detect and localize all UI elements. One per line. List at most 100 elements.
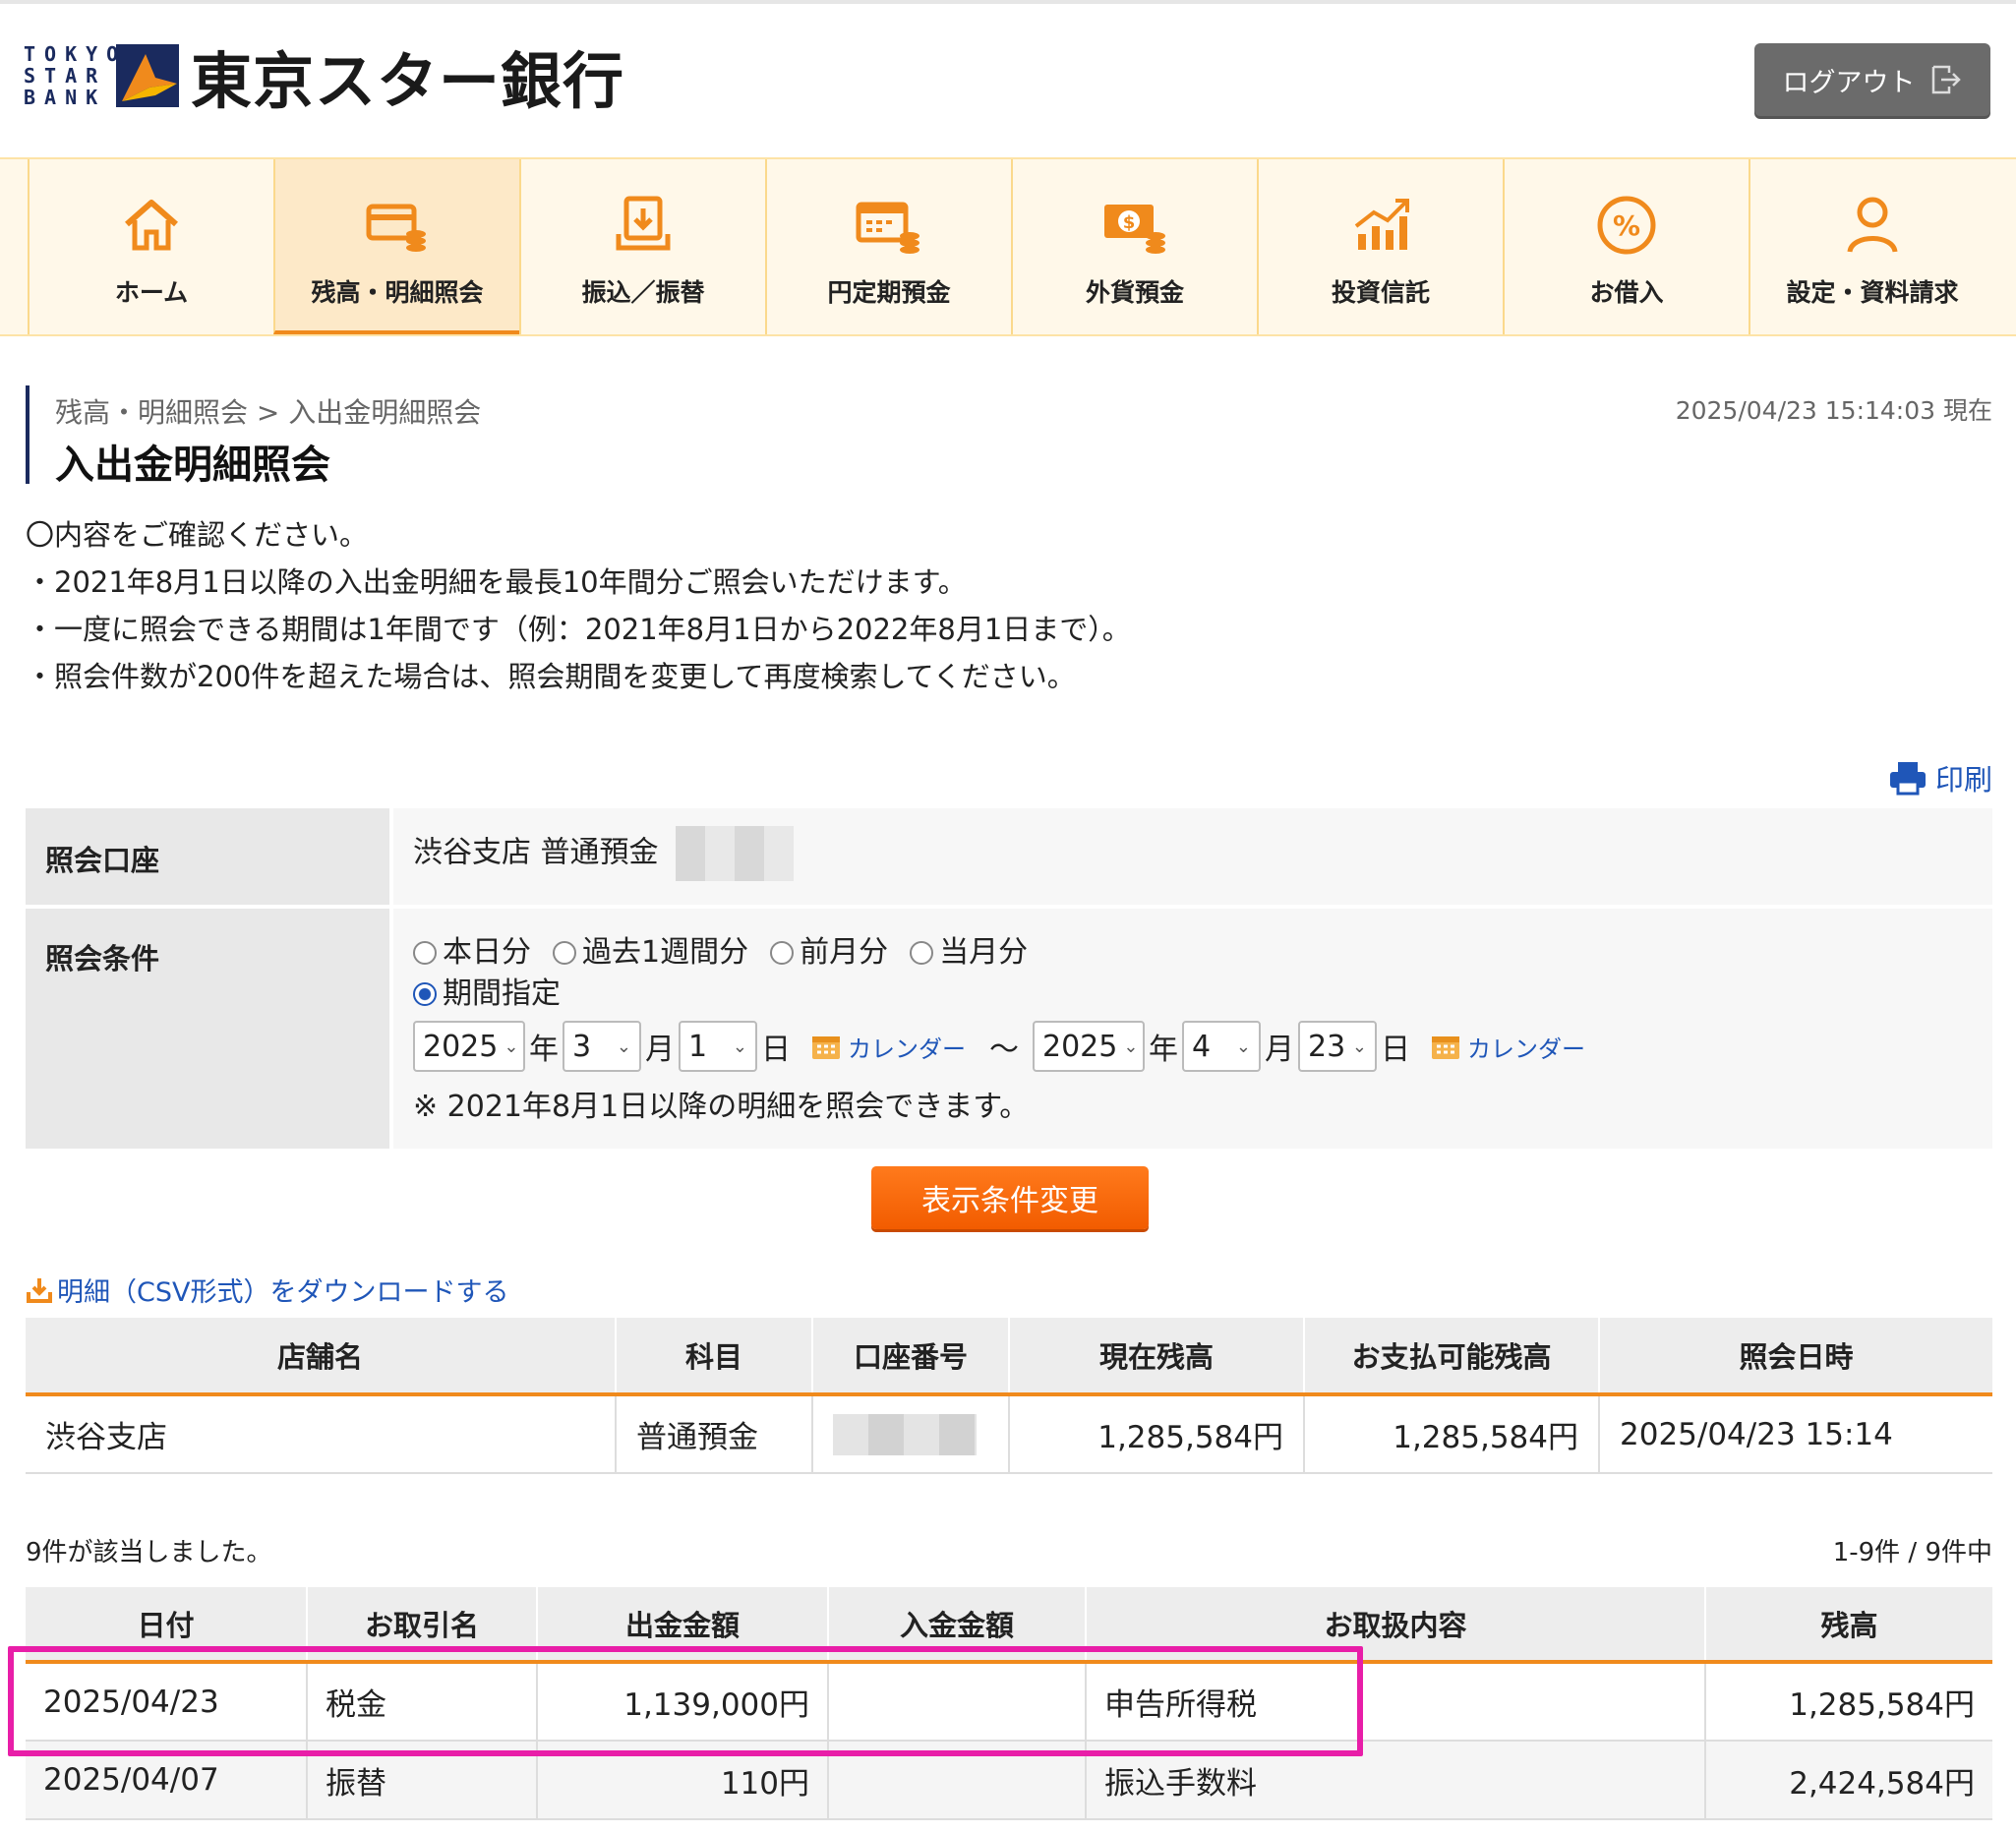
- calendar-label: カレンダー: [848, 1035, 966, 1063]
- to-year-select[interactable]: 2025 ⌄: [1033, 1021, 1145, 1072]
- column-header: お取扱内容: [1085, 1587, 1705, 1664]
- radio-circle[interactable]: [910, 941, 934, 965]
- radio-label: 当月分: [939, 935, 1029, 970]
- column-header: 照会日時: [1598, 1318, 1992, 1396]
- radio-circle-selected[interactable]: [413, 982, 437, 1006]
- chevron-down-icon: ⌄: [616, 1035, 631, 1057]
- nav-time-deposit[interactable]: 円定期預金: [765, 159, 1011, 334]
- bank-logo[interactable]: TOKYO STAR BANK 東京スター銀行: [24, 41, 624, 117]
- withdrawal-cell: 110円: [536, 1741, 828, 1820]
- radio-circle[interactable]: [770, 941, 795, 965]
- transaction-name-cell: 振替: [306, 1741, 537, 1820]
- to-calendar-link[interactable]: カレンダー: [1430, 1030, 1585, 1064]
- deposit-cell: [827, 1741, 1086, 1820]
- query-conditions-table: 照会口座 渋谷支店 普通預金 照会条件 本日分 過去1週間分 前月分 当月分 期…: [26, 808, 1992, 1153]
- radio-circle[interactable]: [553, 941, 576, 965]
- logo-english: TOKYO STAR BANK: [24, 42, 128, 109]
- radio-last-month[interactable]: 前月分: [770, 932, 888, 974]
- from-month-select[interactable]: 3 ⌄: [563, 1021, 641, 1072]
- balance-cell: 1,285,584円: [1704, 1662, 1992, 1742]
- chevron-down-icon: ⌄: [732, 1035, 747, 1057]
- account-value-cell: 渋谷支店 普通預金: [393, 808, 1992, 905]
- table-header-row: 店舗名 科目 口座番号 現在残高 お支払可能残高 照会日時: [26, 1318, 1992, 1396]
- from-calendar-link[interactable]: カレンダー: [810, 1030, 966, 1064]
- balance-cell: 2,424,584円: [1704, 1741, 1992, 1820]
- nav-settings[interactable]: 設定・資料請求: [1749, 159, 1994, 334]
- transfer-download-icon: [616, 196, 671, 251]
- chevron-down-icon: ⌄: [1235, 1035, 1251, 1057]
- deposit-cell: [827, 1662, 1086, 1742]
- account-number-cell: [811, 1394, 1009, 1474]
- nav-loans[interactable]: % お借入: [1503, 159, 1749, 334]
- radio-period-specify[interactable]: 期間指定: [413, 974, 561, 1015]
- to-day-value: 23: [1308, 1029, 1346, 1064]
- card-coins-icon: [366, 204, 426, 252]
- available-balance-cell: 1,285,584円: [1303, 1394, 1599, 1474]
- calendar-icon: [812, 1036, 840, 1059]
- radio-this-month[interactable]: 当月分: [910, 932, 1028, 974]
- nav-label-foreign-deposit: 外貨預金: [1085, 278, 1184, 307]
- nav-label-transfer: 振込／振替: [581, 278, 705, 307]
- notice-line: ・2021年8月1日以降の入出金明細を最長10年間分ご照会いただけます。: [26, 565, 967, 599]
- calendar-coins-icon: [856, 202, 919, 254]
- column-header: お取引名: [306, 1587, 537, 1664]
- year-unit: 年: [529, 1033, 559, 1067]
- to-day-select[interactable]: 23 ⌄: [1298, 1021, 1377, 1072]
- notice-line: ・照会件数が200件を超えた場合は、照会期間を変更して再度検索してください。: [26, 660, 1076, 693]
- radio-label: 前月分: [800, 935, 889, 970]
- from-month-value: 3: [572, 1029, 592, 1064]
- person-icon: [1847, 197, 1898, 253]
- masked-account-number: [676, 826, 795, 881]
- from-year-select[interactable]: 2025 ⌄: [413, 1021, 525, 1072]
- radio-label: 期間指定: [443, 976, 561, 1011]
- calendar-label: カレンダー: [1467, 1035, 1585, 1063]
- condition-options: 本日分 過去1週間分 前月分 当月分 期間指定 2025 ⌄ 年 3 ⌄ 月 1 ⌄ …: [393, 909, 1992, 1149]
- change-conditions-button[interactable]: 表示条件変更: [871, 1166, 1149, 1229]
- csv-download-link[interactable]: 明細（CSV形式）をダウンロードする: [26, 1271, 508, 1309]
- from-day-select[interactable]: 1 ⌄: [679, 1021, 757, 1072]
- month-unit: 月: [645, 1033, 675, 1067]
- period-specify-line: 期間指定: [413, 974, 1973, 1015]
- branch-cell: 渋谷支店: [26, 1394, 616, 1474]
- svg-text:%: %: [1613, 209, 1640, 242]
- table-row: 渋谷支店 普通預金 1,285,584円 1,285,584円 2025/04/…: [26, 1394, 1992, 1474]
- nav-transfer[interactable]: 振込／振替: [519, 159, 765, 334]
- column-header: 入金金額: [827, 1587, 1086, 1664]
- account-type-cell: 普通預金: [615, 1394, 812, 1474]
- from-year-value: 2025: [423, 1029, 499, 1064]
- account-row: 照会口座 渋谷支店 普通預金: [26, 808, 1992, 909]
- masked-account-number: [833, 1413, 977, 1455]
- period-note: ※ 2021年8月1日以降の明細を照会できます。: [413, 1090, 1030, 1124]
- withdrawal-cell: 1,139,000円: [536, 1662, 828, 1742]
- radio-today[interactable]: 本日分: [413, 932, 531, 974]
- detail-cell: 振込手数料: [1085, 1741, 1705, 1820]
- condition-row: 照会条件 本日分 過去1週間分 前月分 当月分 期間指定 2025 ⌄ 年 3 ⌄ …: [26, 909, 1992, 1153]
- radio-circle[interactable]: [413, 941, 437, 965]
- radio-label: 過去1週間分: [582, 935, 749, 970]
- chevron-down-icon: ⌄: [1351, 1035, 1367, 1057]
- nav-foreign-deposit[interactable]: $ 外貨預金: [1011, 159, 1257, 334]
- date-cell: 2025/04/07: [26, 1741, 307, 1820]
- radio-past-week[interactable]: 過去1週間分: [553, 932, 748, 974]
- breadcrumb[interactable]: 残高・明細照会 > 入出金明細照会: [55, 391, 481, 431]
- condition-label: 照会条件: [26, 909, 389, 1149]
- print-link[interactable]: 印刷: [1888, 757, 1992, 798]
- nav-home[interactable]: ホーム: [28, 159, 273, 334]
- logout-button[interactable]: ログアウト: [1754, 43, 1990, 116]
- svg-text:$: $: [1123, 212, 1136, 233]
- column-header: 日付: [26, 1587, 307, 1664]
- nav-label-loans: お借入: [1589, 278, 1664, 307]
- range-tilde: 〜: [989, 1033, 1019, 1067]
- site-header: TOKYO STAR BANK 東京スター銀行 ログアウト: [0, 4, 2016, 159]
- month-unit: 月: [1265, 1033, 1294, 1067]
- column-header: 残高: [1704, 1587, 1992, 1664]
- to-month-select[interactable]: 4 ⌄: [1182, 1021, 1261, 1072]
- transaction-name-cell: 税金: [306, 1662, 537, 1742]
- chevron-down-icon: ⌄: [504, 1035, 519, 1057]
- nav-balance[interactable]: 残高・明細照会: [273, 159, 519, 334]
- chevron-down-icon: ⌄: [1123, 1035, 1139, 1057]
- nav-investment-trust[interactable]: 投資信託: [1257, 159, 1503, 334]
- printer-icon: [1889, 762, 1926, 796]
- from-day-value: 1: [688, 1029, 708, 1064]
- csv-download-label: 明細（CSV形式）をダウンロードする: [57, 1277, 509, 1308]
